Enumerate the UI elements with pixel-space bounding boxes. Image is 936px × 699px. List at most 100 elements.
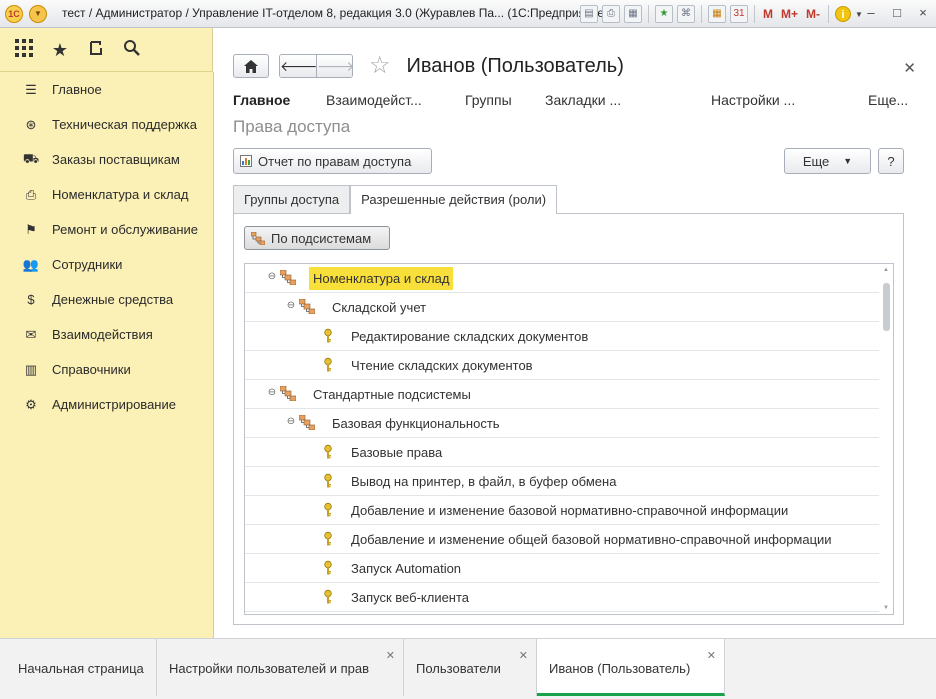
section-bookmarks[interactable]: Закладки ... [545,92,621,108]
hierarchy-icon [251,231,265,245]
tree-row[interactable]: Чтение складских документов [245,351,879,380]
report-icon [240,155,252,167]
subsystem-icon [298,414,316,431]
tree-row[interactable]: Базовые права [245,438,879,467]
tree-row-label: Чтение складских документов [351,358,533,373]
add-favorite-icon[interactable]: ★ [655,5,673,23]
vertical-scrollbar[interactable]: ▲ ▼ [880,265,892,613]
sidebar-item-repair[interactable]: ⚑ Ремонт и обслуживание [0,212,213,247]
role-key-icon [320,328,336,344]
sidebar-item-nomenclature[interactable]: ⎙ Номенклатура и склад [0,177,213,212]
tree-row[interactable]: Запуск веб-клиента [245,583,879,612]
collapse-icon[interactable]: ⊖ [286,301,296,311]
open-windows-bar: Начальная страница Настройки пользовател… [0,638,936,699]
books-icon: ▥ [24,361,38,377]
tree-row[interactable]: ⊖ Номенклатура и склад [245,264,879,293]
section-more[interactable]: Еще... [868,92,908,108]
tree-row-label: Базовая функциональность [332,416,500,431]
tree-row[interactable]: ⊖ Складской учет [245,293,879,322]
info-icon[interactable]: i [835,6,852,22]
sidebar-item-money[interactable]: $ Денежные средства [0,282,213,317]
close-tab-icon[interactable]: ✕ [386,649,395,662]
form-header: 🡐 🡒 ☆ Иванов (Пользователь) [233,54,624,78]
collapse-icon[interactable]: ⊖ [267,272,277,282]
section-main[interactable]: Главное [233,92,290,108]
tree-row-label: Стандартные подсистемы [313,387,471,402]
favorites-star-icon[interactable]: ★ [49,39,71,61]
sidebar-item-support[interactable]: ⊛ Техническая поддержка [0,107,213,142]
collapse-icon[interactable]: ⊖ [286,417,296,427]
toolbar-divider [701,5,702,23]
tree-row[interactable]: Вывод на принтер, в файл, в буфер обмена [245,467,879,496]
tab-allowed-actions[interactable]: Разрешенные действия (роли) [350,185,558,214]
more-button[interactable]: Еще ▼ [784,148,871,174]
save-icon[interactable]: ▤ [580,5,598,23]
memory-m-button[interactable]: M [761,7,775,21]
sidebar-item-label: Ремонт и обслуживание [52,222,198,237]
window-tab-ivanov[interactable]: Иванов (Пользователь) ✕ [537,639,725,696]
close-window-button[interactable]: × [914,4,932,22]
section-settings[interactable]: Настройки ... [711,92,795,108]
window-tab-user-settings[interactable]: Настройки пользователей и прав ✕ [157,639,404,696]
sidebar-item-label: Техническая поддержка [52,117,197,132]
money-bag-icon: $ [27,292,35,307]
scroll-thumb[interactable] [883,283,890,331]
by-subsystems-toggle[interactable]: По подсистемам [244,226,390,250]
sidebar-item-administration[interactable]: ⚙ Администрирование [0,387,213,422]
tab-access-groups[interactable]: Группы доступа [233,185,351,214]
access-tabs: Группы доступа Разрешенные действия (рол… [233,185,558,214]
tab-panel: По подсистемам ⊖ Номенклатура и склад ⊖ Скл… [233,213,904,625]
printer-icon: ⎙ [25,186,37,202]
tree-row-label: Запуск веб-клиента [351,590,470,605]
close-form-button[interactable]: ✕ [903,59,916,77]
calculator-icon[interactable]: ▦ [708,5,726,23]
sidebar-item-label: Сотрудники [52,257,123,272]
calendar-icon[interactable]: 31 [730,5,748,23]
1c-logo-icon[interactable]: 1С [5,5,23,23]
section-groups[interactable]: Группы [465,92,512,108]
access-report-button[interactable]: Отчет по правам доступа [233,148,432,174]
tree-row[interactable]: Добавление и изменение базовой нормативн… [245,496,879,525]
tree-row[interactable]: Запуск Automation [245,554,879,583]
tree-row[interactable]: Редактирование складских документов [245,322,879,351]
link-icon[interactable]: ⌘ [677,5,695,23]
home-button[interactable] [233,54,269,78]
app-toolbar: ★ [0,28,213,72]
memory-m-minus-button[interactable]: M- [804,7,822,21]
sidebar-item-supplier-orders[interactable]: ⛟ Заказы поставщикам [0,142,213,177]
favorite-star-icon[interactable]: ☆ [369,54,391,78]
window-titlebar: 1С ▼ тест / Администратор / Управление I… [0,0,936,28]
forward-button[interactable]: 🡒 [316,55,352,77]
sidebar-item-catalogs[interactable]: ▥ Справочники [0,352,213,387]
help-button[interactable]: ? [878,148,904,174]
back-button[interactable]: 🡐 [280,55,318,77]
window-tab-home[interactable]: Начальная страница [6,639,157,696]
print-icon[interactable]: ⎙ [602,5,620,23]
history-icon[interactable] [85,39,107,61]
scroll-down-arrow[interactable]: ▼ [880,603,892,613]
minimize-button[interactable]: – [862,4,880,22]
tree-row[interactable]: ⊖ Стандартные подсистемы [245,380,879,409]
collapse-icon[interactable]: ⊖ [267,388,277,398]
sidebar-item-label: Взаимодействия [52,327,153,342]
home-icon [244,59,258,73]
apps-grid-icon[interactable] [13,38,35,61]
scroll-up-arrow[interactable]: ▲ [880,265,892,275]
close-tab-icon[interactable]: ✕ [707,649,716,662]
tree-row-label: Запуск Automation [351,561,462,576]
memory-m-plus-button[interactable]: M+ [779,7,800,21]
close-tab-icon[interactable]: ✕ [519,649,528,662]
section-interactions[interactable]: Взаимодейст... [326,92,422,108]
tree-row[interactable]: ⊖ Базовая функциональность [245,409,879,438]
sidebar-item-main[interactable]: ☰ Главное [0,72,213,107]
sidebar-item-label: Заказы поставщикам [52,152,180,167]
maximize-button[interactable]: □ [888,4,906,22]
sidebar-item-employees[interactable]: 👥 Сотрудники [0,247,213,282]
window-title: тест / Администратор / Управление IT-отд… [62,6,609,20]
main-menu-icon[interactable]: ▼ [29,5,47,23]
tree-row[interactable]: Добавление и изменение общей базовой нор… [245,525,879,554]
window-tab-users[interactable]: Пользователи ✕ [404,639,537,696]
sidebar-item-interactions[interactable]: ✉ Взаимодействия [0,317,213,352]
preview-icon[interactable]: ▦ [624,5,642,23]
search-icon[interactable] [121,39,143,61]
